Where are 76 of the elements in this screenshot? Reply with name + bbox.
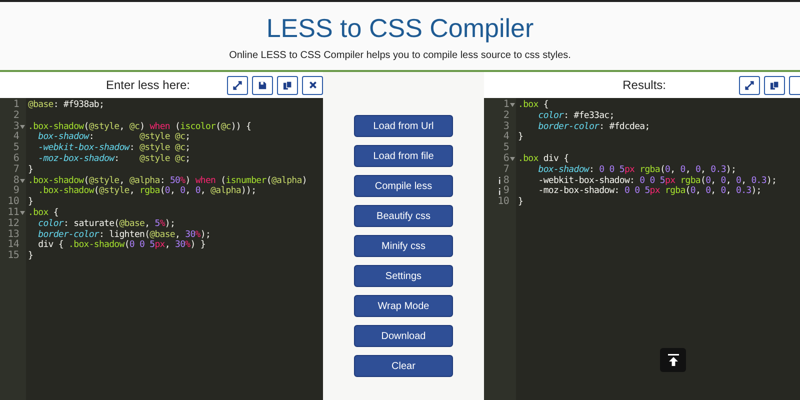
code-line: -moz-box-shadow: @style @c; [37,154,190,165]
fullscreen-button[interactable] [227,76,248,94]
code-line: } [27,197,34,208]
line-number: 6 [13,154,19,164]
code-line: .box { [27,208,58,219]
code-line: } [517,132,524,144]
line-number: 4 [13,132,19,142]
line-number: 3 [503,122,509,132]
line-number: 13 [8,230,19,240]
action-button[interactable]: Wrap Mode [354,295,453,317]
copy-icon [770,80,779,90]
line-number: 8 [13,176,19,186]
code-line: } [27,164,34,176]
less-editor[interactable] [0,98,323,400]
action-button[interactable]: Download [354,325,453,347]
code-line: } [27,251,34,262]
code-line: .box { [517,100,548,111]
line-number: 2 [503,110,509,122]
expand-icon [745,80,754,90]
action-button[interactable]: Compile less [354,175,453,197]
action-button[interactable]: Load from file [354,145,453,167]
code-line: .box div { [517,154,569,165]
code-line: .box-shadow(@style, @alpha: 50%) when (isnumber(@alpha) [27,176,307,186]
line-number: 7 [13,164,19,176]
line-number: 11 [8,208,19,218]
code-line: color: #fe33ac; [537,110,614,122]
page-title: LESS to CSS Compiler [265,12,535,44]
action-button[interactable]: Load from Url [354,115,453,137]
line-number: 10 [8,197,19,208]
line-number: 1 [503,100,509,110]
copy-button[interactable] [277,76,298,94]
action-button[interactable]: Settings [354,265,453,287]
line-number: 8 [503,176,509,186]
code-line: box-shadow: @style @c; [37,132,190,143]
action-button[interactable]: Clear [354,355,453,377]
scroll-top-button[interactable] [660,348,686,372]
line-number: 2 [13,110,19,122]
code-line: .box-shadow(@style, @c) when (iscolor(@c)) { [27,122,252,132]
line-number: 6 [503,154,509,164]
code-line: -moz-box-shadow: 0 0 5px rgba(0, 0, 0, 0.3); [537,186,762,198]
line-number: 12 [8,218,19,230]
code-line: color: saturate(@base, 5%); [37,218,176,230]
code-line: -webkit-box-shadow: 0 0 5px rgba(0, 0, 0, 0.3); [537,176,777,186]
code-line: } [517,197,524,208]
fullscreen-button[interactable] [739,76,760,94]
line-number: 5 [503,143,509,154]
copy-icon [283,80,292,90]
line-number: 7 [503,164,509,176]
code-line: -webkit-box-shadow: @style @c; [37,143,190,154]
line-number: 5 [13,143,19,154]
line-number: 9 [503,186,509,196]
page-subtitle: Online LESS to CSS Compiler helps you to compile less source to css styles. [228,50,572,61]
line-number: 10 [498,197,509,208]
save-button[interactable] [252,76,273,94]
action-button[interactable]: Minify css [354,235,453,257]
code-line: box-shadow: 0 0 5px rgba(0, 0, 0, 0.3); [537,164,736,176]
line-number: 1 [13,100,19,110]
save-icon [258,80,267,90]
close-icon [308,81,316,89]
line-number: 9 [13,186,19,196]
line-number: 15 [8,251,19,262]
panel-label: Results: [622,78,666,92]
clear-button[interactable] [302,76,323,94]
panel-label: Enter less here: [106,78,190,92]
code-line: .box-shadow(@style, rgba(0, 0, 0, @alpha)); [37,186,256,198]
line-number: 3 [13,122,19,132]
line-number: 4 [503,132,509,142]
action-button[interactable]: Beautify css [354,205,453,227]
code-line: div { .box-shadow(0 0 5px, 30%) } [37,240,206,252]
code-line: border-color: lighten(@base, 30%); [37,230,211,240]
line-number: 14 [8,240,19,250]
code-line: border-color: #fdcdea; [537,122,650,132]
expand-icon [233,80,242,90]
arrow-up-icon [668,354,678,366]
copy-button[interactable] [764,76,785,94]
code-line: @base: #f938ab; [27,100,104,111]
